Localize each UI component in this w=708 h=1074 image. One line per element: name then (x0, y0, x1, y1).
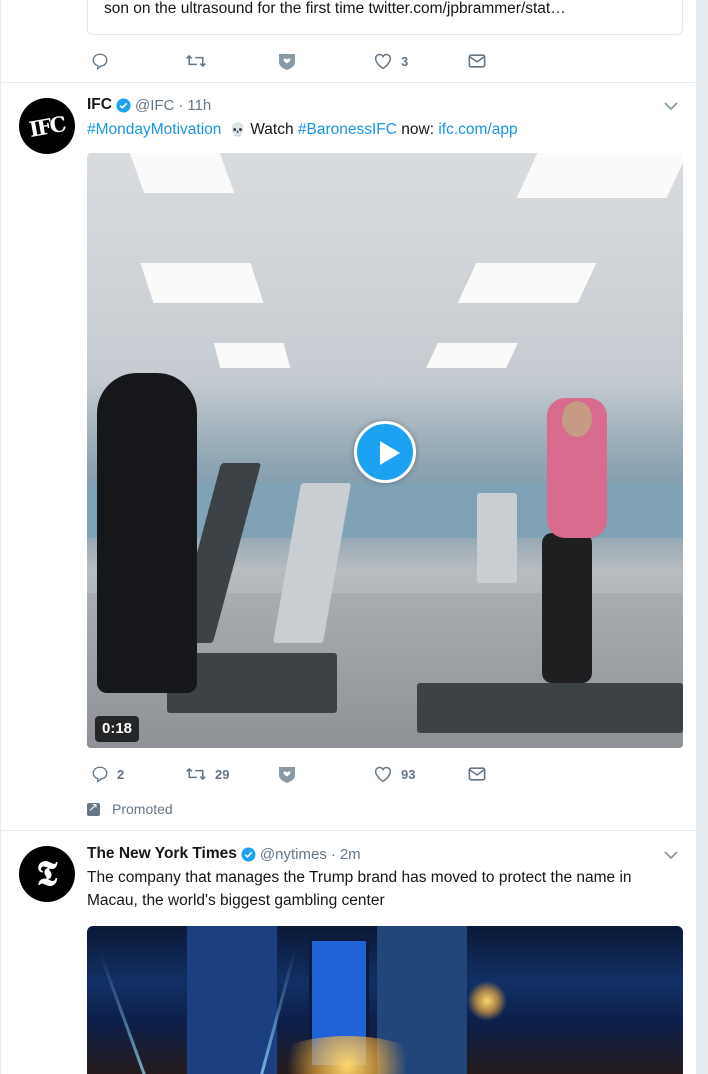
tweet-text-segment: now: (396, 121, 439, 138)
video-player[interactable]: 0:18 (87, 153, 683, 748)
runner (562, 401, 592, 437)
like-icon (374, 53, 392, 70)
verified-badge-icon (241, 846, 256, 862)
promoted-label[interactable]: Promoted (87, 800, 173, 818)
reply-count: 2 (117, 766, 125, 782)
heart-shield-icon (279, 767, 295, 783)
gym-equipment (477, 493, 517, 583)
reply-button[interactable]: 2 (91, 763, 124, 785)
treadmill (417, 683, 683, 733)
tweet-timestamp[interactable]: 11h (187, 97, 211, 114)
nyt-logo: 𝕿 (36, 854, 58, 894)
ifc-logo: IFC (27, 110, 67, 142)
tweet-text-segment: Watch (245, 121, 298, 138)
ceiling-light (516, 153, 683, 198)
direct-message-button[interactable] (468, 763, 486, 785)
separator-dot: · (178, 96, 184, 114)
heart-shield-icon (279, 54, 295, 70)
ceiling-light (457, 263, 597, 303)
tweet-header: IFC @IFC · 11h (87, 95, 211, 115)
tweet-divider (1, 82, 697, 83)
verified-badge-icon (116, 97, 131, 113)
reply-button[interactable] (91, 50, 117, 72)
retweet-icon (186, 54, 206, 68)
street-light (467, 981, 507, 1021)
building (187, 926, 277, 1074)
ceiling-light (426, 343, 518, 368)
tweet-divider (1, 830, 697, 831)
light-beam (99, 953, 150, 1074)
tweet-actions: 2 29 93 (87, 763, 507, 785)
account-handle[interactable]: @IFC (135, 97, 174, 114)
account-name[interactable]: IFC (87, 96, 112, 114)
envelope-icon (468, 54, 486, 68)
tweet-image[interactable] (87, 926, 683, 1074)
like-count: 93 (401, 766, 416, 782)
skull-emoji: 💀 (229, 122, 246, 137)
tweet-text: The company that manages the Trump brand… (87, 869, 632, 909)
quoted-tweet-card[interactable]: son on the ultrasound for the first time… (87, 0, 683, 35)
like-button[interactable]: 3 (373, 50, 408, 72)
direct-message-button[interactable] (468, 50, 486, 72)
like-icon (374, 766, 392, 783)
hashtag-link[interactable]: #BaronessIFC (298, 121, 397, 138)
timeline-stream: son on the ultrasound for the first time… (0, 0, 697, 1074)
hashtag-link[interactable]: #MondayMotivation (87, 121, 221, 138)
runner (542, 533, 592, 683)
quoted-tweet-text: son on the ultrasound for the first time… (104, 0, 566, 17)
ceiling-light (129, 153, 235, 193)
retweet-button[interactable]: 29 (185, 763, 229, 785)
avatar[interactable]: IFC (19, 98, 75, 154)
play-icon[interactable] (354, 421, 416, 483)
tweet-timestamp[interactable]: 2m (340, 846, 361, 863)
retweet-icon (186, 767, 206, 781)
tweet-header: The New York Times @nytimes · 2m (87, 844, 361, 864)
hooded-figure (97, 373, 197, 693)
page-background (696, 0, 708, 1074)
ceiling-light (140, 263, 264, 303)
tweet-actions: 3 (87, 50, 507, 72)
retweet-count: 29 (215, 766, 230, 782)
url-link[interactable]: ifc.com/app (438, 121, 517, 138)
promoted-arrow-icon (87, 800, 100, 816)
account-handle[interactable]: @nytimes (260, 846, 327, 863)
like-button[interactable]: 93 (373, 763, 415, 785)
tweet-text: #MondayMotivation 💀 Watch #BaronessIFC n… (87, 118, 683, 141)
ceiling-light (213, 343, 291, 368)
separator-dot: · (330, 845, 336, 863)
promoted-text: Promoted (112, 801, 173, 817)
retweet-button[interactable] (185, 50, 215, 72)
reply-icon (92, 766, 108, 783)
account-name[interactable]: The New York Times (87, 845, 237, 863)
avatar[interactable]: 𝕿 (19, 846, 75, 902)
video-duration: 0:18 (95, 716, 140, 742)
like-count: 3 (401, 53, 409, 69)
moments-button[interactable] (277, 763, 297, 785)
chevron-down-icon[interactable] (664, 850, 678, 860)
moments-button[interactable] (277, 50, 297, 72)
reply-icon (92, 53, 108, 70)
envelope-icon (468, 767, 486, 781)
chevron-down-icon[interactable] (664, 101, 678, 111)
